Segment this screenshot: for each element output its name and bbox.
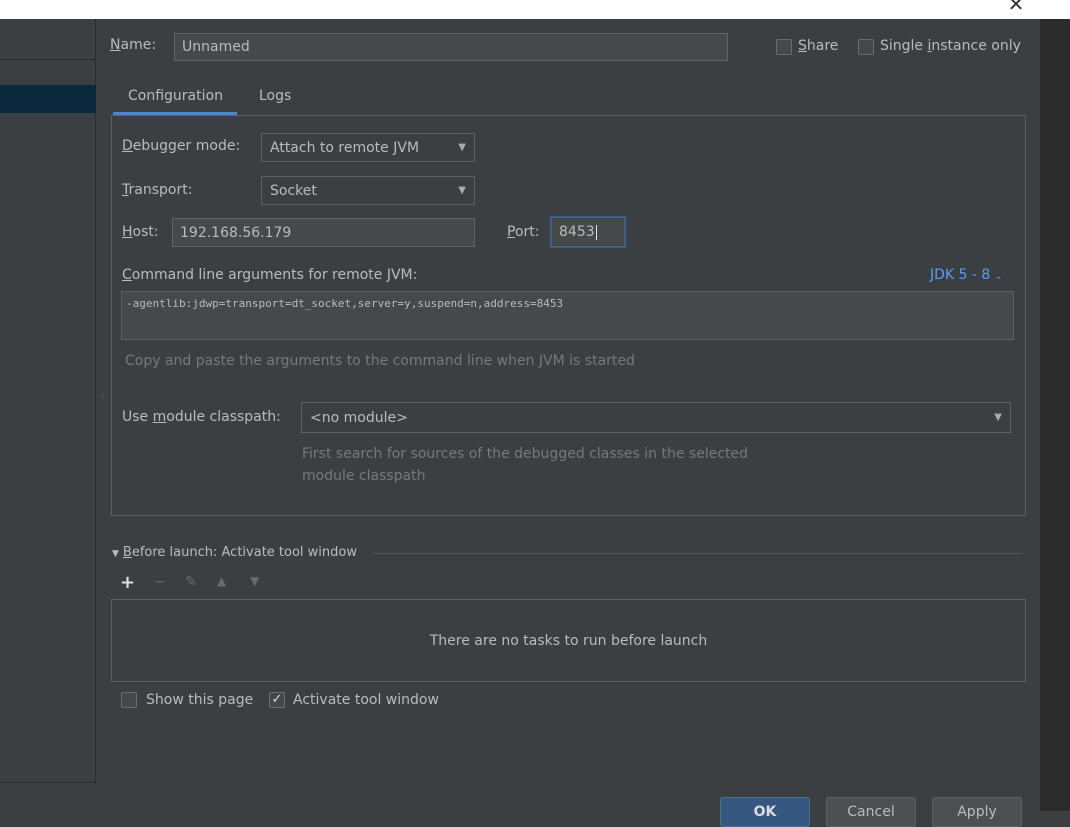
debugger-mode-label: Debugger mode: xyxy=(122,138,241,154)
splitter-handle[interactable]: ⋮ ⋮ xyxy=(99,391,107,415)
chevron-down-icon: ▼ xyxy=(458,142,466,153)
jdk-version-link[interactable]: JDK 5 - 8 ⌄ xyxy=(930,267,1003,283)
name-input[interactable]: Unnamed xyxy=(174,33,728,61)
name-label: Name: xyxy=(110,37,157,53)
transport-dropdown[interactable]: Socket ▼ xyxy=(261,176,475,205)
single-instance-label[interactable]: Single instance only xyxy=(880,38,1021,54)
share-checkbox[interactable] xyxy=(776,39,792,55)
checkmark-icon: ✓ xyxy=(271,692,283,707)
move-up-icon[interactable]: ▲ xyxy=(217,574,226,588)
activate-tool-window-checkbox[interactable]: ✓ xyxy=(269,692,285,708)
show-this-page-checkbox[interactable] xyxy=(121,692,137,708)
debugger-mode-dropdown[interactable]: Attach to remote JVM ▼ xyxy=(261,133,475,162)
title-bar xyxy=(0,0,1070,19)
add-icon[interactable]: + xyxy=(120,572,135,593)
tab-configuration[interactable]: Configuration xyxy=(128,88,223,104)
tree-divider xyxy=(0,59,96,60)
activate-tool-window-label[interactable]: Activate tool window xyxy=(293,692,439,708)
module-classpath-label: Use module classpath: xyxy=(122,409,281,425)
section-separator xyxy=(373,553,1023,554)
chevron-down-icon: ⌄ xyxy=(994,271,1003,282)
move-down-icon[interactable]: ▼ xyxy=(250,574,259,588)
host-input[interactable]: 192.168.56.179 xyxy=(172,218,475,247)
chevron-down-icon: ▼ xyxy=(458,185,466,196)
host-label: Host: xyxy=(122,224,159,240)
cmdline-hint: Copy and paste the arguments to the comm… xyxy=(125,353,635,369)
share-label[interactable]: Share xyxy=(798,38,838,54)
before-launch-task-list[interactable]: There are no tasks to run before launch xyxy=(111,599,1026,682)
configurations-tree-panel[interactable] xyxy=(0,19,96,783)
ok-button[interactable]: OK xyxy=(720,797,810,827)
text-caret xyxy=(595,224,597,240)
triangle-down-icon: ▼ xyxy=(112,549,119,559)
apply-button[interactable]: Apply xyxy=(932,797,1022,827)
cmdline-args-textarea[interactable]: -agentlib:jdwp=transport=dt_socket,serve… xyxy=(121,291,1014,340)
edit-icon[interactable]: ✎ xyxy=(185,574,197,590)
empty-tasks-text: There are no tasks to run before launch xyxy=(429,632,708,649)
before-launch-header[interactable]: ▼ Before launch: Activate tool window xyxy=(112,545,357,560)
remove-icon[interactable]: − xyxy=(154,574,166,590)
single-instance-checkbox[interactable] xyxy=(858,39,874,55)
cmdline-label: Command line arguments for remote JVM: xyxy=(122,267,418,283)
chevron-down-icon: ▼ xyxy=(994,412,1002,423)
tree-selected-item[interactable] xyxy=(0,85,96,113)
module-classpath-hint: First search for sources of the debugged… xyxy=(302,446,749,484)
module-classpath-dropdown[interactable]: <no module> ▼ xyxy=(301,402,1011,433)
close-icon[interactable]: ✕ xyxy=(1006,0,1026,14)
port-input[interactable]: 8453 xyxy=(550,216,626,248)
port-label: Port: xyxy=(507,224,540,240)
cancel-button[interactable]: Cancel xyxy=(826,797,916,827)
background-strip xyxy=(1040,19,1070,811)
transport-label: Transport: xyxy=(122,182,193,198)
show-this-page-label[interactable]: Show this page xyxy=(146,692,253,708)
tab-logs[interactable]: Logs xyxy=(259,88,291,104)
